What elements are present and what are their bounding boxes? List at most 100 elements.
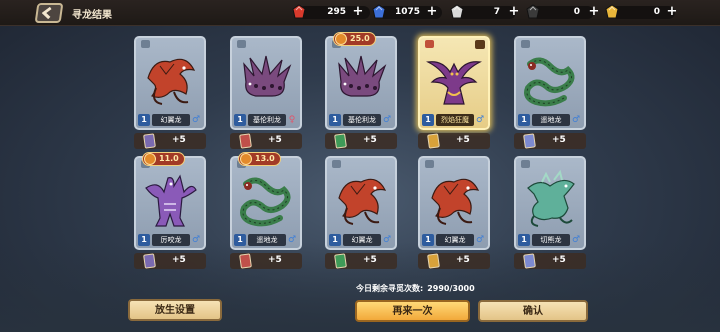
reward-amount: +5	[268, 135, 282, 145]
dragon-name: 幻翼龙	[436, 234, 474, 246]
level-badge: 1	[422, 114, 434, 126]
reward-amount: +5	[456, 255, 470, 265]
purple-dragon-icon	[236, 48, 296, 110]
ticket-icon	[523, 133, 536, 149]
ticket-icon	[523, 253, 536, 269]
reward-amount: +5	[456, 135, 470, 145]
dragon-name: 切熊龙	[532, 234, 570, 246]
reward-amount: +5	[268, 255, 282, 265]
male-icon: ♂	[475, 235, 485, 245]
element-icon	[521, 160, 530, 168]
male-icon: ♂	[475, 115, 485, 125]
cost-value: 11.0	[159, 154, 179, 163]
add-resource-button[interactable]: +	[508, 5, 520, 18]
resource-value: 0	[653, 7, 660, 17]
dragon-card[interactable]: 1 幻翼龙 ♂	[134, 36, 206, 130]
male-icon: ♂	[571, 235, 581, 245]
search-again-button[interactable]: 再来一次	[355, 300, 470, 322]
dragon-card[interactable]: 25.0 1 基伦利龙 ♂	[325, 32, 397, 130]
flame-demon-icon	[424, 48, 484, 110]
resource-value: 0	[573, 7, 580, 17]
dragon-card[interactable]: 13.0 1 遥地龙 ♂	[230, 152, 302, 250]
element-icon	[332, 160, 341, 168]
resource-0: 295 +	[290, 4, 370, 20]
reward-row: +5	[134, 253, 206, 269]
reward-row: +5	[325, 253, 397, 269]
coin-icon	[144, 153, 156, 165]
element-icon	[521, 40, 530, 48]
element-icon	[425, 40, 434, 48]
dragon-name: 幻翼龙	[343, 234, 381, 246]
dragon-name: 烈焰狂魔	[436, 114, 474, 126]
dragon-card[interactable]: 11.0 1 厉咬龙 ♂	[134, 152, 206, 250]
ticket-icon	[239, 253, 252, 269]
dragon-card[interactable]: 1 烈焰狂魔 ♂	[418, 36, 490, 130]
dragon-name: 基伦利龙	[248, 114, 286, 126]
remaining-value: 2990/3000	[427, 284, 475, 293]
reward-row: +5	[514, 133, 586, 149]
confirm-button[interactable]: 确认	[478, 300, 588, 322]
reward-row: +5	[514, 253, 586, 269]
reward-row: +5	[418, 253, 490, 269]
add-resource-button[interactable]: +	[426, 5, 438, 18]
reward-row: +5	[230, 133, 302, 149]
remaining-count: 今日剩余寻觅次数: 2990/3000	[356, 283, 475, 294]
dragon-card[interactable]: 1 幻翼龙 ♂	[418, 156, 490, 250]
resource-value: 295	[327, 7, 346, 17]
element-icon	[141, 40, 150, 48]
cost-value: 13.0	[255, 154, 275, 163]
dragon-name: 幻翼龙	[152, 114, 190, 126]
cost-badge: 13.0	[238, 152, 281, 166]
back-button[interactable]	[34, 3, 64, 23]
male-icon: ♂	[382, 235, 392, 245]
add-resource-button[interactable]: +	[352, 5, 364, 18]
element-icon	[237, 40, 246, 48]
dragon-name: 基伦利龙	[343, 114, 381, 126]
dragon-card[interactable]: 1 遥地龙 ♂	[514, 36, 586, 130]
level-badge: 1	[518, 234, 530, 246]
dragon-name: 遥地龙	[248, 234, 286, 246]
add-resource-button[interactable]: +	[588, 5, 600, 18]
ticket-icon	[143, 133, 156, 149]
reward-amount: +5	[552, 135, 566, 145]
ticket-icon	[334, 133, 347, 149]
release-settings-button[interactable]: 放生设置	[128, 299, 222, 321]
male-icon: ♂	[191, 235, 201, 245]
coin-icon	[240, 153, 252, 165]
jade-dragon-icon	[520, 168, 580, 230]
reward-amount: +5	[363, 255, 377, 265]
cost-value: 25.0	[350, 34, 370, 43]
reward-amount: +5	[172, 255, 186, 265]
male-icon: ♂	[287, 235, 297, 245]
reward-row: +5	[325, 133, 397, 149]
level-badge: 1	[422, 234, 434, 246]
resource-3: 0 +	[524, 4, 602, 20]
green-serpent-icon	[520, 48, 580, 110]
ticket-icon	[427, 133, 440, 149]
level-badge: 1	[329, 234, 341, 246]
male-icon: ♂	[382, 115, 392, 125]
level-badge: 1	[138, 234, 150, 246]
dragon-card[interactable]: 1 幻翼龙 ♂	[325, 156, 397, 250]
dragon-card[interactable]: 1 切熊龙 ♂	[514, 156, 586, 250]
resource-value: 1075	[394, 7, 420, 17]
level-badge: 1	[329, 114, 341, 126]
green-serpent-icon	[236, 168, 296, 230]
male-icon: ♂	[571, 115, 581, 125]
top-bar: 寻龙结果 295 +1075 +7 +0 +0 +	[0, 0, 720, 26]
back-arrow-icon	[41, 7, 52, 19]
male-icon: ♂	[191, 115, 201, 125]
purple-dragon-icon	[331, 48, 391, 110]
ticket-icon	[239, 133, 252, 149]
reward-amount: +5	[363, 135, 377, 145]
violet-dragon-icon	[140, 168, 200, 230]
dragon-card[interactable]: 1 基伦利龙 ♀	[230, 36, 302, 130]
level-badge: 1	[234, 114, 246, 126]
reward-amount: +5	[172, 135, 186, 145]
add-resource-button[interactable]: +	[666, 5, 678, 18]
red-dragon-icon	[424, 168, 484, 230]
reward-row: +5	[230, 253, 302, 269]
red-dragon-icon	[140, 48, 200, 110]
reward-amount: +5	[552, 255, 566, 265]
resource-value: 7	[493, 7, 500, 17]
